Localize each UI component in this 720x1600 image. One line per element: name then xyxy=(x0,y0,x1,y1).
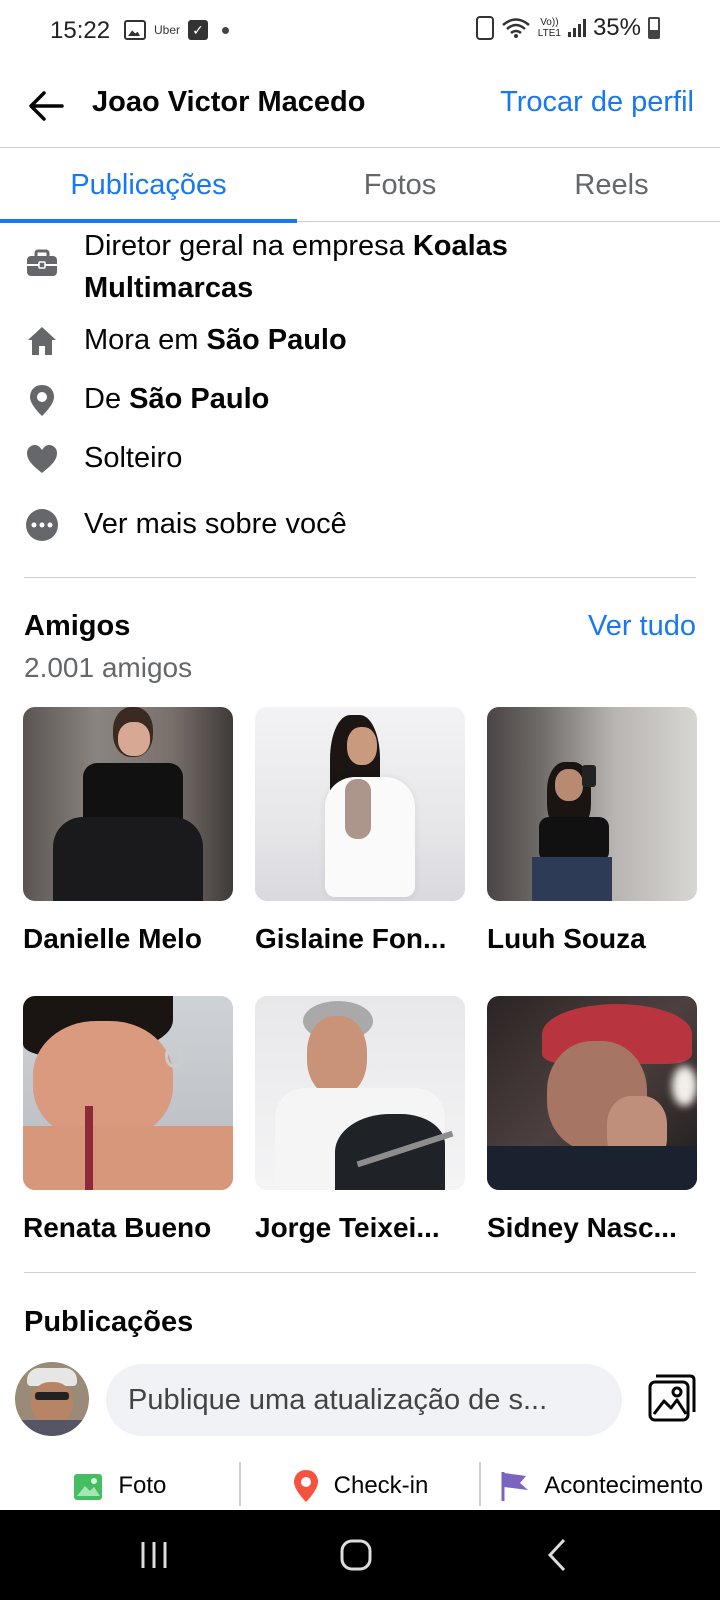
tab-reels[interactable]: Reels xyxy=(503,148,720,222)
heart-icon xyxy=(27,445,57,473)
divider xyxy=(24,577,696,578)
friend-photo[interactable] xyxy=(487,707,697,901)
friend-name[interactable]: Luuh Souza xyxy=(487,923,705,955)
battery-saver-icon xyxy=(475,16,494,40)
status-update-input[interactable]: Publique uma atualização de s... xyxy=(106,1364,622,1436)
location-pin-icon xyxy=(30,385,54,416)
home-icon xyxy=(28,327,56,355)
see-all-friends-link[interactable]: Ver tudo xyxy=(588,610,696,643)
friend-card[interactable]: Luuh Souza xyxy=(487,707,697,955)
uber-notification-icon: Uber xyxy=(154,23,181,37)
recent-apps-icon[interactable] xyxy=(124,1532,184,1578)
friend-card[interactable]: Jorge Teixei... xyxy=(255,996,465,1244)
intro-relationship: Solteiro xyxy=(84,442,183,474)
location-pin-icon xyxy=(293,1470,318,1502)
friend-photo[interactable] xyxy=(23,996,233,1190)
friend-photo[interactable] xyxy=(255,996,465,1190)
gallery-notification-icon xyxy=(124,20,146,40)
friend-photo[interactable] xyxy=(23,707,233,901)
friend-card[interactable]: Danielle Melo xyxy=(23,707,233,955)
signal-icon xyxy=(567,19,586,37)
tab-fotos[interactable]: Fotos xyxy=(297,148,503,222)
battery-icon xyxy=(648,17,660,39)
friends-count: 2.001 amigos xyxy=(24,652,193,683)
photo-icon xyxy=(74,1474,103,1500)
photo-action-button[interactable]: Foto xyxy=(0,1462,239,1510)
friend-photo[interactable] xyxy=(255,707,465,901)
system-navigation-bar xyxy=(0,1510,720,1600)
friend-name[interactable]: Renata Bueno xyxy=(23,1212,241,1244)
tab-publicacoes[interactable]: Publicações xyxy=(0,148,297,223)
switch-profile-link[interactable]: Trocar de perfil xyxy=(500,86,694,119)
system-icons: Vo)) LTE1 35% xyxy=(475,14,660,42)
wifi-icon xyxy=(501,18,530,38)
status-bar: 15:22 Uber ✓ Vo)) LTE1 35% xyxy=(0,0,720,64)
checkin-action-button[interactable]: Check-in xyxy=(241,1462,480,1510)
back-arrow-icon[interactable] xyxy=(24,84,68,128)
add-photo-icon[interactable] xyxy=(646,1374,696,1424)
life-event-action-button[interactable]: Acontecimento xyxy=(481,1462,720,1510)
notification-icons: Uber ✓ xyxy=(124,20,230,40)
intro-lives-in: Mora em São Paulo xyxy=(84,324,347,356)
volte-icon: Vo)) LTE1 xyxy=(537,17,561,39)
divider xyxy=(24,1272,696,1273)
profile-name-title: Joao Victor Macedo xyxy=(92,86,366,118)
more-notifications-dot-icon xyxy=(222,26,230,34)
friend-card[interactable]: Sidney Nasc... xyxy=(487,996,697,1244)
home-button-icon[interactable] xyxy=(326,1532,386,1578)
friend-card[interactable]: Gislaine Fon... xyxy=(255,707,465,955)
friend-name[interactable]: Sidney Nasc... xyxy=(487,1212,705,1244)
checkin-action-label: Check-in xyxy=(333,1472,429,1499)
back-button-icon[interactable] xyxy=(528,1532,588,1578)
photo-action-label: Foto xyxy=(118,1472,167,1499)
checkbox-notification-icon: ✓ xyxy=(188,20,209,40)
intro-work: Diretor geral na empresa Koalas Multimar… xyxy=(84,230,508,304)
see-more-about-you-link[interactable]: Ver mais sobre você xyxy=(84,503,684,545)
friend-card[interactable]: Renata Bueno xyxy=(23,996,233,1244)
intro-from: De São Paulo xyxy=(84,383,270,415)
status-time: 15:22 xyxy=(50,17,111,44)
friends-title: Amigos xyxy=(24,610,131,642)
battery-percent: 35% xyxy=(592,14,641,41)
flag-icon xyxy=(501,1472,529,1501)
friend-name[interactable]: Danielle Melo xyxy=(23,923,241,955)
posts-title: Publicações xyxy=(24,1306,194,1338)
life-event-action-label: Acontecimento xyxy=(544,1472,704,1499)
more-dots-icon[interactable] xyxy=(24,507,60,543)
post-actions: Foto Check-in Acontecimento xyxy=(0,1462,720,1510)
briefcase-icon xyxy=(27,249,57,276)
profile-header: Joao Victor Macedo Trocar de perfil xyxy=(0,64,720,148)
friend-photo[interactable] xyxy=(487,996,697,1190)
avatar[interactable] xyxy=(15,1362,89,1436)
friend-name[interactable]: Jorge Teixei... xyxy=(255,1212,473,1244)
profile-tabs: Publicações Fotos Reels xyxy=(0,148,720,223)
friend-name[interactable]: Gislaine Fon... xyxy=(255,923,473,955)
